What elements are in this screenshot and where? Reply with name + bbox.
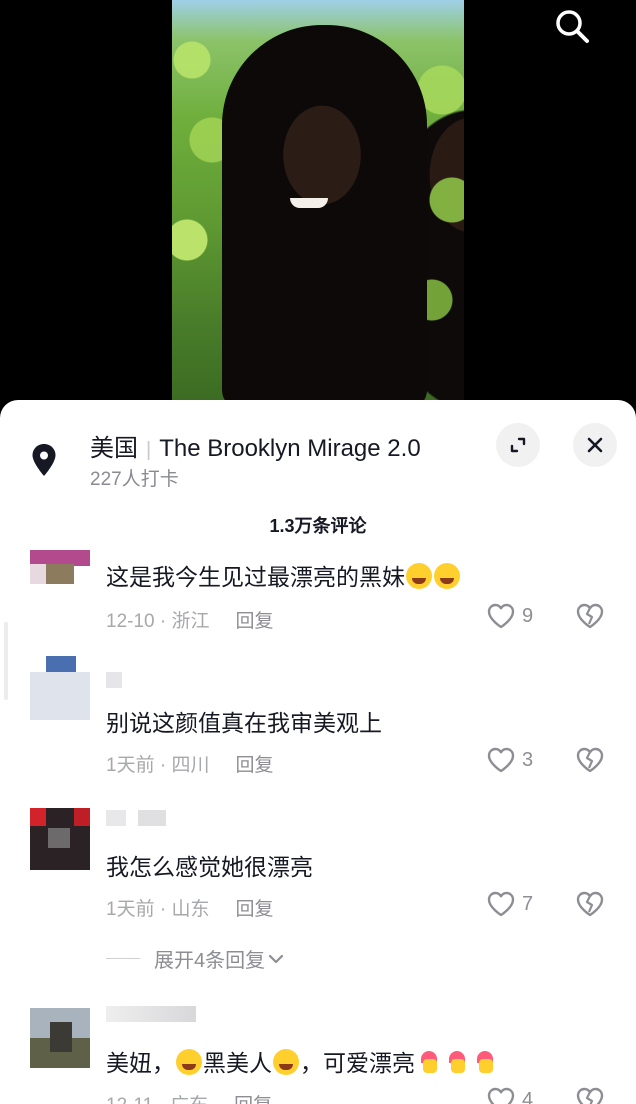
like-button[interactable]: 4 <box>486 1086 533 1104</box>
avatar[interactable] <box>30 808 90 870</box>
like-button[interactable]: 9 <box>486 602 533 630</box>
location-title[interactable]: 美国 | The Brooklyn Mirage 2.0 <box>90 428 421 463</box>
comment-time-location: 12-10 · 浙江 <box>106 611 210 632</box>
comments-count: 1.3万条评论 <box>269 516 367 536</box>
dislike-button[interactable] <box>575 890 605 923</box>
close-icon[interactable] <box>573 423 617 467</box>
laughing-emoji <box>434 563 460 589</box>
dislike-heart-icon <box>576 1087 604 1104</box>
heart-icon <box>487 1087 515 1104</box>
username-blurred <box>106 1006 196 1022</box>
location-divider: | <box>146 439 152 461</box>
avatar[interactable] <box>30 550 90 584</box>
like-count: 4 <box>522 1088 534 1104</box>
location-checkins: 227人打卡 <box>90 469 179 490</box>
finger-heart-emoji <box>416 1049 442 1075</box>
laughing-emoji <box>406 563 432 589</box>
comment-text-part: ，可爱漂亮 <box>300 1050 415 1076</box>
video-subject-smile <box>290 198 328 208</box>
comment-text-content: 这是我今生见过最漂亮的黑妹 <box>106 564 405 590</box>
dislike-button[interactable] <box>575 1086 605 1104</box>
dislike-heart-icon <box>576 891 604 917</box>
dislike-heart-icon <box>576 747 604 773</box>
video-player[interactable] <box>172 0 464 410</box>
comment-meta: 12-11 · 广东 回复 <box>106 1090 272 1104</box>
expand-replies-divider <box>106 958 140 959</box>
reply-button[interactable]: 回复 <box>235 899 273 920</box>
expand-icon[interactable] <box>496 423 540 467</box>
dislike-heart-icon <box>576 603 604 629</box>
avatar[interactable] <box>30 1008 90 1068</box>
search-icon[interactable] <box>552 6 592 46</box>
chevron-down-icon <box>269 954 284 963</box>
comment-item: 这是我今生见过最漂亮的黑妹 12-10 · 浙江 回复 9 <box>0 544 636 644</box>
comment-item: 美妞， 黑美人 ，可爱漂亮 12-11 · 广东 回复 4 <box>0 1006 636 1104</box>
finger-heart-emoji <box>444 1049 470 1075</box>
expand-replies-label: 展开4条回复 <box>154 950 266 972</box>
location-country: 美国 <box>90 435 138 462</box>
location-pin-icon <box>26 440 62 480</box>
comment-text-part: 黑美人 <box>203 1050 272 1076</box>
video-subject <box>222 25 427 410</box>
comment-meta: 1天前 · 四川 回复 <box>106 750 273 777</box>
comment-time-location: 12-11 · 广东 <box>106 1095 208 1104</box>
like-count: 3 <box>522 748 534 771</box>
reply-button[interactable]: 回复 <box>235 611 273 632</box>
comment-text: 我怎么感觉她很漂亮 <box>106 854 313 880</box>
location-venue: The Brooklyn Mirage 2.0 <box>159 435 421 462</box>
heart-icon <box>487 603 515 629</box>
finger-heart-emoji <box>472 1049 498 1075</box>
reply-button[interactable]: 回复 <box>235 755 273 776</box>
expand-replies-button[interactable]: 展开4条回复 <box>106 944 287 973</box>
dislike-button[interactable] <box>575 602 605 635</box>
comment-text: 这是我今生见过最漂亮的黑妹 <box>106 558 461 592</box>
comment-item: 我怎么感觉她很漂亮 1天前 · 山东 回复 7 <box>0 808 636 938</box>
comment-text: 美妞， 黑美人 ，可爱漂亮 <box>106 1044 499 1078</box>
username-blurred <box>106 672 122 688</box>
avatar[interactable] <box>30 656 90 720</box>
heart-icon <box>487 747 515 773</box>
comment-meta: 1天前 · 山东 回复 <box>106 894 273 921</box>
reply-button[interactable]: 回复 <box>234 1095 272 1104</box>
like-button[interactable]: 3 <box>486 746 533 774</box>
like-button[interactable]: 7 <box>486 890 533 918</box>
screen: 美国 | The Brooklyn Mirage 2.0 227人打卡 1.3万条评… <box>0 0 636 1104</box>
comments-panel: 美国 | The Brooklyn Mirage 2.0 227人打卡 1.3万条评… <box>0 400 636 1104</box>
smirk-emoji <box>273 1049 299 1075</box>
comment-item: 别说这颜值真在我审美观上 1天前 · 四川 回复 3 <box>0 656 636 786</box>
like-count: 7 <box>522 892 534 915</box>
comment-text-part: 美妞， <box>106 1050 175 1076</box>
dislike-button[interactable] <box>575 746 605 779</box>
comment-time-location: 1天前 · 山东 <box>106 899 210 920</box>
comment-text: 别说这颜值真在我审美观上 <box>106 710 382 736</box>
like-count: 9 <box>522 604 534 627</box>
heart-icon <box>487 891 515 917</box>
laughing-emoji <box>176 1049 202 1075</box>
username-blurred <box>106 810 166 826</box>
comment-meta: 12-10 · 浙江 回复 <box>106 606 274 633</box>
comment-time-location: 1天前 · 四川 <box>106 755 210 776</box>
